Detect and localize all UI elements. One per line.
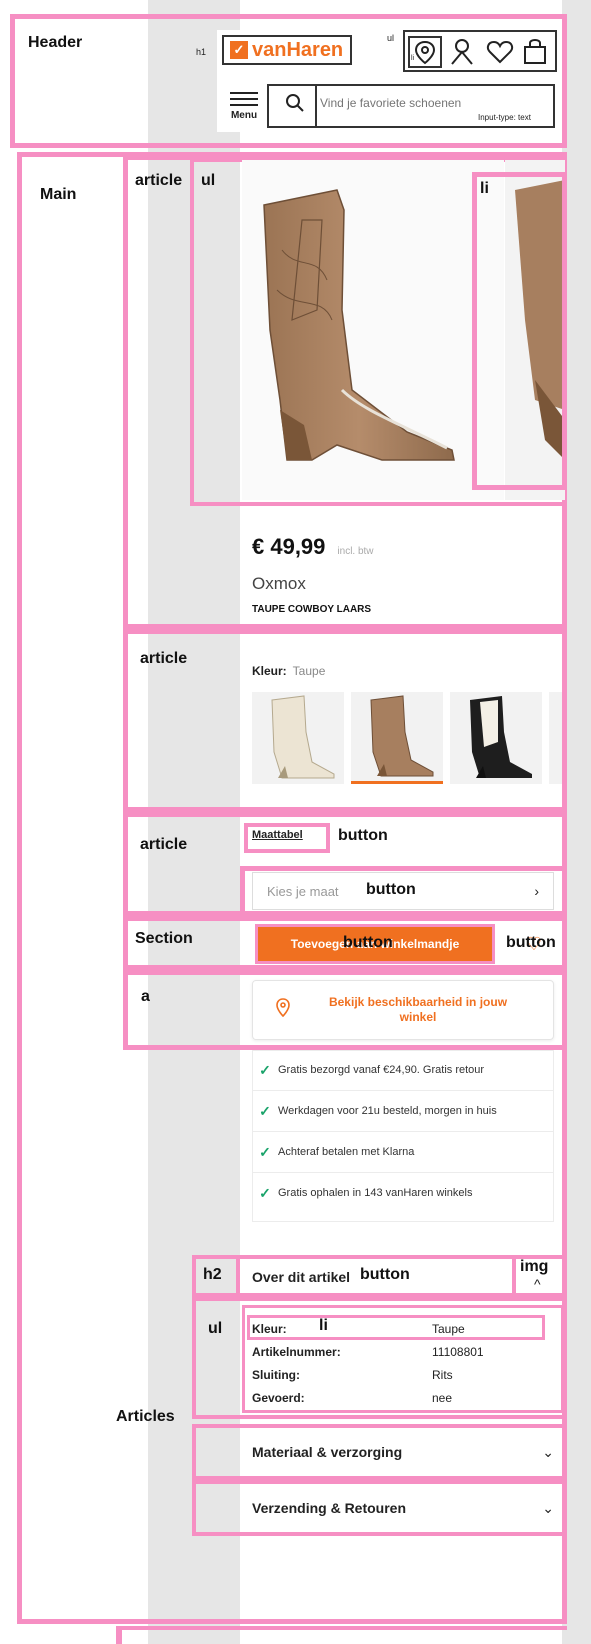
color-variant-taupe[interactable]: [351, 692, 443, 784]
heart-icon[interactable]: [486, 38, 514, 71]
button-annotation-label-size-select: button: [366, 881, 416, 898]
material-accordion[interactable]: Materiaal & verzorging ⌄: [252, 1432, 554, 1472]
color-variant-black-white[interactable]: [450, 692, 542, 784]
product-price: € 49,99: [252, 534, 326, 559]
usp-item: ✓ Gratis ophalen in 143 vanHaren winkels: [252, 1173, 554, 1213]
spec-row: Gevoerd: nee: [252, 1391, 532, 1405]
color-value: Taupe: [292, 664, 326, 678]
product-name: TAUPE COWBOY LAARS: [252, 604, 372, 615]
h1-annotation-label: h1: [196, 47, 207, 57]
chevron-down-icon: ⌄: [542, 1443, 554, 1460]
logo-icon: ✓: [230, 41, 248, 59]
usp-text: Werkdagen voor 21u besteld, morgen in hu…: [278, 1105, 497, 1117]
a-annotation-label: a: [141, 988, 150, 1005]
color-variant-more[interactable]: [549, 692, 562, 784]
usp-item: ✓ Werkdagen voor 21u besteld, morgen in h…: [252, 1091, 554, 1132]
articles-annotation-label: Articles: [116, 1408, 175, 1425]
gallery-li-annotation-box: [472, 172, 567, 490]
chevron-up-icon[interactable]: ^: [534, 1276, 541, 1292]
button-annotation-label-size-table: button: [338, 827, 388, 844]
spec-key: Artikelnummer:: [252, 1345, 341, 1359]
ul-annotation-label: ul: [387, 33, 395, 43]
color-label: Kleur:: [252, 664, 287, 678]
li-gallery-annotation-label: li: [480, 180, 489, 197]
price-row: € 49,99 incl. btw: [252, 534, 374, 560]
bag-icon[interactable]: [522, 37, 548, 70]
user-icon[interactable]: [449, 38, 475, 71]
spec-row: Kleur: Taupe: [252, 1322, 532, 1336]
header-annotation-label: Header: [28, 34, 83, 51]
usp-text: Gratis ophalen in 143 vanHaren winkels: [278, 1187, 473, 1199]
usp-item: ✓ Achteraf betalen met Klarna: [252, 1132, 554, 1173]
usp-item: ✓ Gratis bezorgd vanaf €24,90. Gratis ret…: [252, 1050, 554, 1091]
menu-button[interactable]: Menu: [222, 84, 266, 128]
article-size-annotation-label: article: [140, 836, 188, 853]
size-select-placeholder: Kies je maat: [267, 883, 339, 899]
check-icon: ✓: [259, 1143, 271, 1160]
main-annotation-label: Main: [40, 186, 77, 203]
img-annotation-label: img: [520, 1258, 549, 1275]
spec-key: Gevoerd:: [252, 1391, 305, 1405]
brand-logo[interactable]: ✓ vanHaren: [222, 35, 352, 65]
button-annotation-label-details: button: [360, 1266, 410, 1283]
usp-text: Gratis bezorgd vanaf €24,90. Gratis reto…: [278, 1064, 485, 1076]
product-image-main[interactable]: [242, 160, 504, 500]
store-availability-label: Bekijk beschikbaarheid in jouw winkel: [328, 995, 508, 1024]
material-title: Materiaal & verzorging: [252, 1444, 403, 1460]
chevron-down-icon: ⌄: [542, 1499, 554, 1516]
store-availability-link[interactable]: Bekijk beschikbaarheid in jouw winkel: [252, 980, 554, 1040]
article-color-annotation-label: article: [140, 650, 188, 667]
check-icon: ✓: [259, 1184, 271, 1201]
spec-value: Rits: [432, 1368, 453, 1382]
check-icon: ✓: [259, 1061, 271, 1078]
details-title: Over dit artikel: [252, 1269, 351, 1285]
menu-label: Menu: [230, 109, 258, 121]
spec-key: Kleur:: [252, 1322, 287, 1336]
hamburger-icon: [230, 91, 258, 106]
check-icon: ✓: [259, 1102, 271, 1119]
chevron-right-icon: ›: [534, 883, 539, 899]
color-row: Kleur: Taupe: [252, 664, 325, 678]
brand-name: vanHaren: [252, 38, 344, 61]
search-icon[interactable]: [284, 92, 306, 119]
shipping-title: Verzending & Retouren: [252, 1500, 407, 1516]
spec-row: Artikelnummer: 11108801: [252, 1345, 532, 1359]
article-annotation-label: article: [135, 172, 183, 189]
section-annotation-label: Section: [135, 930, 193, 947]
usp-text: Achteraf betalen met Klarna: [278, 1146, 415, 1158]
footer-annotation-line: [116, 1626, 567, 1630]
h2-annotation-label: h2: [203, 1266, 222, 1283]
input-type-annotation: Input-type: text: [478, 113, 531, 122]
spec-value: nee: [432, 1391, 453, 1405]
size-table-link[interactable]: Maattabel: [252, 829, 303, 841]
location-pin-orange-icon: [253, 997, 313, 1023]
price-note: incl. btw: [337, 546, 374, 557]
product-brand[interactable]: Oxmox: [252, 574, 306, 594]
shipping-accordion[interactable]: Verzending & Retouren ⌄: [252, 1488, 554, 1528]
spec-value: 11108801: [432, 1345, 484, 1359]
spec-value: Taupe: [432, 1322, 465, 1336]
li-annotation-small: li: [411, 55, 415, 62]
color-variant-cream[interactable]: [252, 692, 344, 784]
button-annotation-label-wishlist: button: [506, 934, 556, 951]
search-divider: [315, 86, 317, 126]
location-pin-icon[interactable]: [408, 36, 442, 68]
spec-key: Sluiting:: [252, 1368, 300, 1382]
spec-row: Sluiting: Rits: [252, 1368, 532, 1382]
button-annotation-label-cart: button: [343, 934, 393, 951]
spec-ul-annotation-label: ul: [208, 1320, 223, 1337]
